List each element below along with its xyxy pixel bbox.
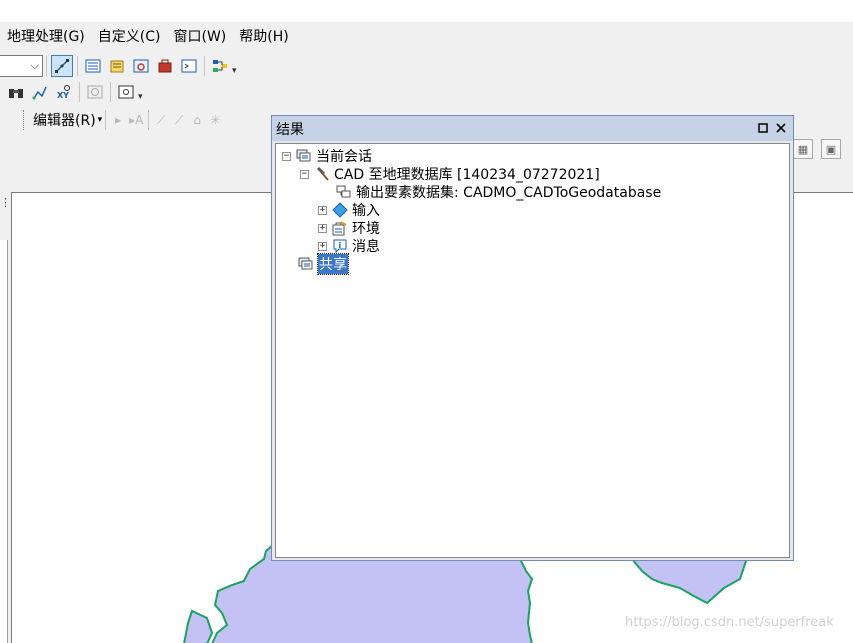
title-strip [0,0,853,22]
results-title: 结果 [276,121,304,138]
create-viewer-button[interactable] [115,81,137,103]
toc-icon [85,59,101,73]
tree-item-messages[interactable]: + i 消息 [318,237,380,255]
model-icon [213,60,227,72]
collapse-icon[interactable]: − [300,169,309,179]
input-diamond-icon [332,202,348,218]
toolbar-grip[interactable] [23,110,26,130]
edit-annotation-icon[interactable]: ▸A [127,113,145,127]
tree-item-tool-run[interactable]: − CAD 至地理数据库 [140234_07272021] [300,165,600,183]
tree-item-environment[interactable]: + 环境 [318,219,380,237]
tree-label: 环境 [352,221,380,237]
menu-bar: 地理处理(G) 自定义(C) 窗口(W) 帮助(H) [0,22,853,52]
expand-icon[interactable]: + [318,205,327,215]
expand-icon[interactable]: + [318,241,327,251]
tree-label-selected: 共享 [317,253,349,275]
tree-item-input[interactable]: + 输入 [318,201,380,219]
menu-customize[interactable]: 自定义(C) [91,22,167,52]
go-to-xy-button[interactable]: XY [53,81,75,103]
polygon-feature-left[interactable] [183,609,214,643]
point-icon[interactable]: ✳ [206,113,224,127]
feature-dataset-icon [336,184,352,200]
left-dock: ⋮ [0,192,11,643]
menu-geoprocessing[interactable]: 地理处理(G) [0,22,91,52]
info-bubble-icon: i [332,238,348,254]
results-tree: − 当前会话 − CAD 至地理数据库 [140234_07272021] 输出… [275,143,790,558]
edit-tool-icon[interactable]: ▸ [109,113,127,127]
catalog-icon [110,60,124,73]
time-slider-button[interactable] [84,81,106,103]
viewer-icon [118,85,134,99]
route-icon [32,86,47,100]
table-of-contents-button[interactable] [82,55,104,77]
arctoolbox-button[interactable] [154,55,176,77]
right-toolbar: ▦ ▣ [793,139,849,159]
find-button[interactable] [5,81,27,103]
tree-item-output[interactable]: 输出要素数据集: CADMO_CADToGeodatabase [336,183,661,201]
expand-icon[interactable]: + [318,223,327,233]
toolbar-separator [79,82,80,102]
toolbar-separator [77,56,78,76]
search-window-icon [133,59,149,73]
dock-tab-icon[interactable]: ⋮ [0,196,11,209]
catalog-button[interactable] [106,55,128,77]
shared-results-icon [298,256,314,272]
collapse-icon[interactable]: − [282,151,291,161]
toolbar-overflow-icon[interactable]: ▾ [138,82,146,102]
xy-icon: XY [57,85,70,100]
chevron-down-icon: ▾ [97,115,103,125]
toolbar-separator [105,110,107,130]
tree-label: 输入 [352,203,380,219]
python-window-icon [181,59,197,73]
results-window: 结果 − 当前会话 − CAD 至地理数据库 [140234_07272021] [271,115,794,561]
session-icon [296,148,312,164]
tree-label: 输出要素数据集: CADMO_CADToGeodatabase [356,185,662,201]
watermark: https://blog.csdn.net/superfreak [625,615,834,630]
svg-text:XY: XY [57,91,69,100]
svg-text:i: i [339,241,342,250]
python-window-button[interactable] [178,55,200,77]
toolbox-icon [158,59,172,73]
menu-window[interactable]: 窗口(W) [166,22,232,52]
toolbar-separator [110,82,111,102]
environment-icon [332,220,348,236]
toolbar-row-editor: 编辑器(R) ▾ ▸ ▸A ⟋ ⟋ ⌂ ✳ [20,107,224,133]
editor-menu-button[interactable]: 编辑器(R) [29,110,98,130]
tree-label: 消息 [352,239,380,255]
menu-help[interactable]: 帮助(H) [232,22,294,52]
toolbar-separator [148,110,150,130]
toc-panel-edge [0,240,8,643]
restore-icon[interactable] [755,120,771,136]
toolbar-separator [46,56,47,76]
toolbar-row-standard: ⌵ ▾ [0,53,240,79]
toolbar-separator [204,56,205,76]
hammer-icon [314,166,330,182]
tree-item-shared[interactable]: 共享 [298,253,349,275]
close-icon[interactable] [773,120,789,136]
modelbuilder-button[interactable] [209,55,231,77]
tree-item-current-session[interactable]: − 当前会话 [282,147,372,165]
toolbar-row-tools: XY ▾ [4,79,146,105]
georef-icon[interactable]: ▣ [821,139,841,159]
straight-segment-icon[interactable]: ⟋ [152,113,170,128]
editor-toolbar-button[interactable] [51,55,73,77]
toolbar-overflow-icon[interactable]: ▾ [232,56,240,76]
end-point-arc-icon[interactable]: ⟋ [170,113,188,128]
trace-icon[interactable]: ⌂ [188,113,206,127]
tree-label: 当前会话 [316,149,372,165]
find-route-button[interactable] [29,81,51,103]
clock-icon [87,85,103,99]
tree-label: CAD 至地理数据库 [140234_07272021] [334,167,600,183]
search-window-button[interactable] [130,55,152,77]
chevron-down-icon: ⌵ [30,59,39,72]
topology-icon[interactable]: ▦ [793,139,813,159]
scale-combo[interactable]: ⌵ [0,55,43,77]
edit-vertices-icon [55,59,69,73]
results-title-bar[interactable]: 结果 [272,116,793,141]
binoculars-icon [9,89,23,98]
